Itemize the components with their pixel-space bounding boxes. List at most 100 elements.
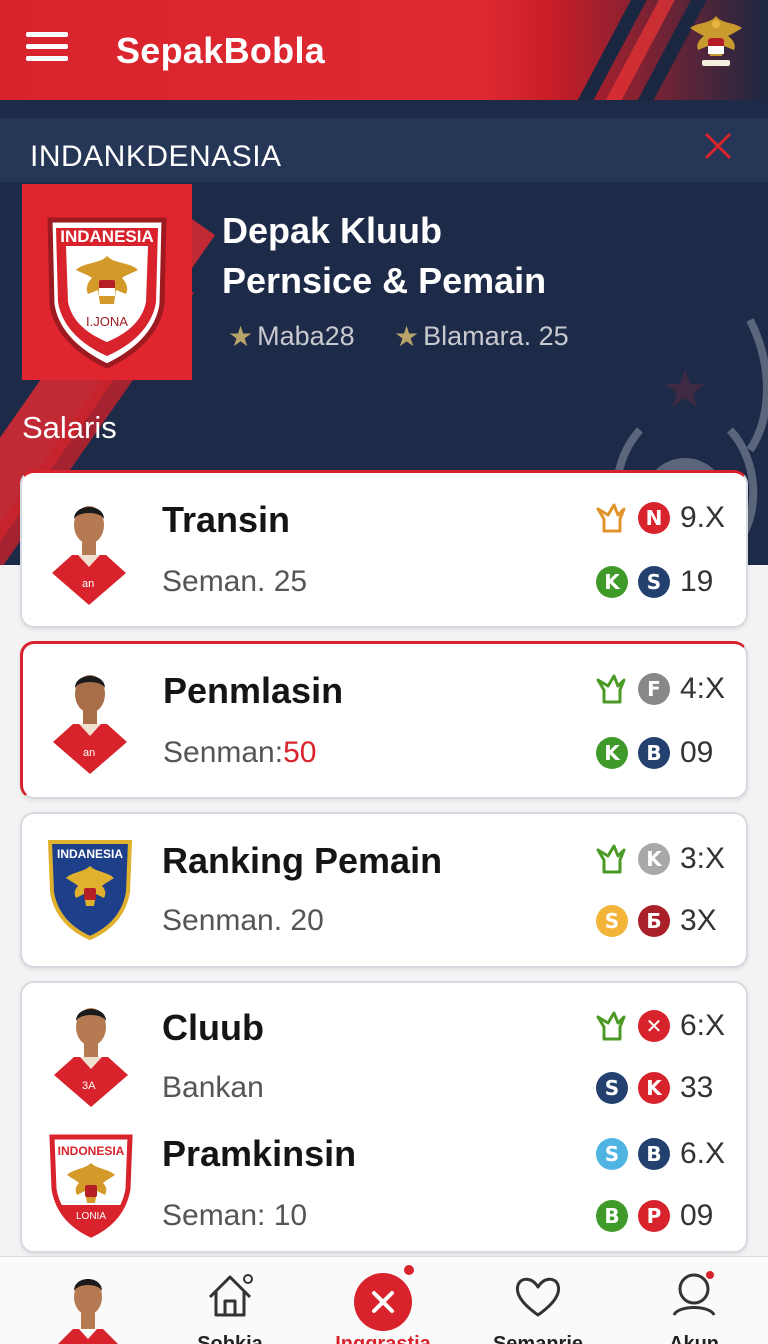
stat-badge: B	[638, 737, 670, 769]
app-header: SepakBobla	[0, 0, 768, 100]
stat-row: K S 19	[596, 565, 728, 599]
item-subtitle: Bankan	[162, 1071, 264, 1105]
stat-row: S Б 3X	[596, 904, 728, 938]
player-avatar: an	[52, 506, 126, 605]
stat-row: F 4:X	[594, 672, 728, 706]
stat-value: 09	[680, 736, 714, 769]
banner-text: INDANKDENASIA	[30, 140, 282, 173]
stat-value: 3X	[680, 904, 717, 937]
home-icon	[208, 1274, 253, 1317]
user-avatar-icon	[58, 1279, 118, 1344]
nav-favorites[interactable]: Semanrie	[478, 1257, 598, 1344]
stat-row: S K 33	[596, 1071, 728, 1105]
hero-title-line: Depak Kluub	[222, 210, 443, 251]
indonesia-shield-icon: INDANESIA	[47, 840, 133, 941]
stat-badge: ✕	[638, 1010, 670, 1042]
stat-value: 19	[680, 565, 714, 598]
item-subtitle-text: Seman. 25	[162, 565, 308, 598]
item-title: Cluub	[162, 1007, 264, 1048]
item-subtitle: Senman. 20	[162, 904, 324, 938]
stat-badge: S	[596, 1072, 628, 1104]
stat-value: 6.X	[680, 1137, 726, 1170]
card-badge-text: INDANESIA	[57, 847, 123, 861]
stat-row: K B 09	[596, 736, 728, 770]
hero-meta-text: Maba28	[257, 321, 355, 351]
stat-badge: S	[638, 566, 670, 598]
club-badge-panel: INDANESIA I.JONA	[22, 184, 192, 380]
stat-row: B P 09	[596, 1199, 728, 1233]
app-title: SepakBobla	[116, 30, 326, 71]
item-subtitle-text: Senman:	[163, 736, 284, 769]
stat-value: 3:X	[680, 842, 726, 875]
nav-profile-avatar[interactable]	[28, 1257, 148, 1344]
jersey-number: an	[82, 578, 94, 590]
indonesia-shield-icon: INDONESIA LONIA	[49, 1134, 133, 1238]
item-subtitle-highlight: 50	[283, 736, 317, 769]
stat-badge: K	[596, 737, 628, 769]
stat-row: N 9.X	[594, 501, 728, 535]
nav-account-label: Akun	[669, 1333, 719, 1344]
nav-home-label: Sobkia	[197, 1333, 263, 1344]
nav-account[interactable]: Akun	[634, 1257, 754, 1344]
item-title: Pramkinsin	[162, 1133, 357, 1174]
indonesia-shield-icon: INDANESIA I.JONA	[47, 217, 167, 369]
item-title: Penmlasin	[163, 670, 344, 711]
item-subtitle: Senman:50	[163, 736, 316, 770]
fist-icon	[596, 674, 626, 704]
stat-value: 33	[680, 1071, 714, 1104]
hamburger-menu-icon[interactable]	[26, 32, 68, 68]
hero-title: Depak Kluub Pernsice & Pemain	[222, 206, 622, 306]
garuda-crest-icon	[690, 16, 742, 66]
player-card[interactable]: an Penmlasin Senman:50 F 4:X K B 09	[20, 641, 748, 799]
stat-row: ✕ 6:X	[594, 1009, 728, 1043]
player-avatar: an	[53, 675, 127, 774]
hero-badge-bottom-text: I.JONA	[86, 314, 128, 329]
stat-badge: S	[596, 1138, 628, 1170]
stat-badge: K	[638, 1072, 670, 1104]
stat-value: 4:X	[680, 672, 726, 705]
star-icon: ★	[394, 321, 420, 352]
stat-badge: Б	[638, 905, 670, 937]
item-subtitle-text: Senman. 20	[162, 904, 324, 937]
banner-close-icon[interactable]	[700, 128, 736, 164]
player-card[interactable]: an Transin Seman. 25 N 9.X K S 19	[20, 470, 748, 628]
stat-badge: K	[596, 566, 628, 598]
fist-icon	[596, 503, 626, 533]
stat-badge: B	[596, 1200, 628, 1232]
player-avatar: 3A	[54, 1008, 128, 1107]
card-badge-bottom-text: LONIA	[76, 1211, 106, 1222]
hero-meta-text: Blamara. 25	[423, 321, 569, 351]
stat-badge: P	[638, 1200, 670, 1232]
nav-info-label: Inggrastia	[335, 1333, 431, 1344]
star-icon: ★	[228, 321, 254, 352]
stat-value: 6:X	[680, 1009, 726, 1042]
stat-badge: S	[596, 905, 628, 937]
country-banner: INDANKDENASIA	[0, 118, 768, 182]
item-subtitle-text: Bankan	[162, 1071, 264, 1104]
item-subtitle: Seman. 25	[162, 565, 307, 599]
nav-info[interactable]: Inggrastia	[323, 1257, 443, 1344]
user-icon	[672, 1271, 716, 1316]
stat-row: K 3:X	[594, 842, 728, 876]
stat-value: 9.X	[680, 501, 726, 534]
stat-row: S B 6.X	[596, 1137, 728, 1171]
stat-badge: K	[638, 843, 670, 875]
stat-badge: F	[638, 673, 670, 705]
stat-badge: N	[638, 502, 670, 534]
item-subtitle-text: Seman: 10	[162, 1199, 308, 1232]
nav-home[interactable]: Sobkia	[170, 1257, 290, 1344]
jersey-number: 3A	[82, 1080, 96, 1092]
hero-badge-top-text: INDANESIA	[60, 227, 154, 246]
heart-icon	[515, 1277, 561, 1317]
hero-meta-item: ★ Maba28	[228, 320, 355, 353]
section-label: Salaris	[22, 410, 117, 445]
jersey-number: an	[83, 747, 95, 759]
nav-favorites-label: Semanrie	[492, 1333, 584, 1344]
fist-icon	[596, 1011, 626, 1041]
ranking-card[interactable]: INDANESIA Ranking Pemain Senman. 20 K 3:…	[20, 812, 748, 968]
bottom-navigation: Sobkia Inggrastia Semanrie Akun	[0, 1256, 768, 1344]
club-card[interactable]: 3A Cluub Bankan ✕ 6:X S K 33 INDONESIA L…	[20, 981, 748, 1253]
card-badge-top-text: INDONESIA	[58, 1144, 125, 1158]
stat-badge: B	[638, 1138, 670, 1170]
hero-title-line: Pernsice & Pemain	[222, 260, 547, 301]
